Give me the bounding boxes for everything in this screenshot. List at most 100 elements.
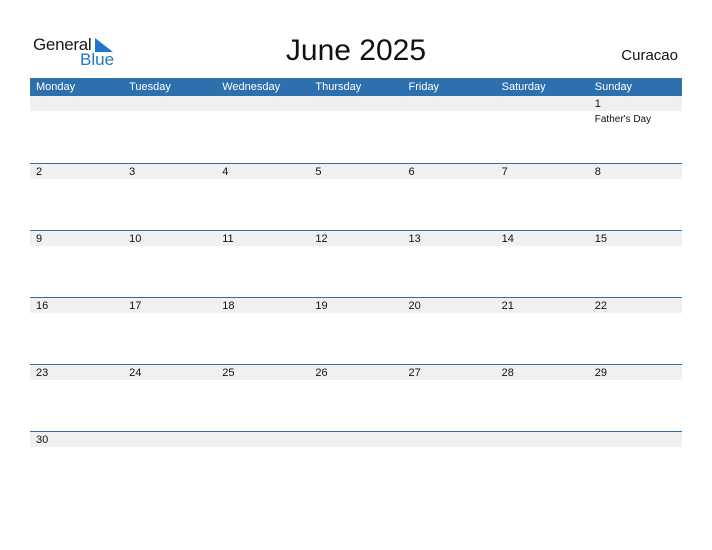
weekday-sunday: Sunday: [594, 81, 633, 93]
weekday-thursday: Thursday: [315, 81, 362, 93]
day-number: [495, 432, 589, 447]
day-cell: 7: [495, 164, 589, 230]
day-number: 12: [309, 231, 403, 246]
day-number: 21: [495, 298, 589, 313]
day-cell: [216, 432, 310, 498]
day-cell: 10: [123, 231, 217, 297]
day-number: 25: [216, 365, 310, 380]
day-cell: 30: [30, 432, 124, 498]
day-cell: 27: [402, 365, 496, 431]
day-cell: 28: [495, 365, 589, 431]
day-number: [30, 96, 124, 111]
day-number: 28: [495, 365, 589, 380]
country-label: Curacao: [621, 47, 678, 64]
day-cell: [309, 432, 403, 498]
day-cell: 8: [588, 164, 682, 230]
weekday-tuesday: Tuesday: [129, 81, 171, 93]
day-cell: 22: [588, 298, 682, 364]
day-cell: 13: [402, 231, 496, 297]
day-number: 2: [30, 164, 124, 179]
day-number: 18: [216, 298, 310, 313]
weekday-friday: Friday: [408, 81, 440, 93]
day-number: 17: [123, 298, 217, 313]
day-number: 29: [588, 365, 682, 380]
day-cell: 6: [402, 164, 496, 230]
day-cell: 14: [495, 231, 589, 297]
day-cell: 17: [123, 298, 217, 364]
day-number: 10: [123, 231, 217, 246]
week-row: 30: [30, 431, 682, 498]
day-cell: 16: [30, 298, 124, 364]
week-row: 16 17 18 19 20 21 22: [30, 297, 682, 364]
day-number: 4: [216, 164, 310, 179]
calendar-grid: Monday Tuesday Wednesday Thursday Friday Satu…: [30, 78, 682, 498]
day-number: [123, 96, 217, 111]
day-cell: 12: [309, 231, 403, 297]
day-number: 22: [588, 298, 682, 313]
day-number: 15: [588, 231, 682, 246]
day-cell: 21: [495, 298, 589, 364]
day-cell: [402, 96, 496, 163]
day-cell: [309, 96, 403, 163]
day-cell: 5: [309, 164, 403, 230]
weekday-saturday: Saturday: [501, 81, 546, 93]
weekday-monday: Monday: [36, 81, 76, 93]
day-cell: [588, 432, 682, 498]
day-cell: [216, 96, 310, 163]
day-cell: 4: [216, 164, 310, 230]
day-number: [216, 96, 310, 111]
day-number: 19: [309, 298, 403, 313]
day-number: 23: [30, 365, 124, 380]
day-number: [588, 432, 682, 447]
day-number: 13: [402, 231, 496, 246]
day-cell: [123, 96, 217, 163]
day-number: [309, 96, 403, 111]
day-number: 8: [588, 164, 682, 179]
day-number: 5: [309, 164, 403, 179]
day-cell: 1 Father's Day: [588, 96, 682, 163]
day-number: 9: [30, 231, 124, 246]
day-cell: 9: [30, 231, 124, 297]
day-cell: 3: [123, 164, 217, 230]
day-cell: 26: [309, 365, 403, 431]
day-cell: [495, 96, 589, 163]
day-number: 16: [30, 298, 124, 313]
day-cell: 24: [123, 365, 217, 431]
day-number: 11: [216, 231, 310, 246]
day-cell: [30, 96, 124, 163]
day-cell: [495, 432, 589, 498]
week-row: 9 10 11 12 13 14 15: [30, 230, 682, 297]
day-cell: 25: [216, 365, 310, 431]
week-row: 1 Father's Day: [30, 96, 682, 163]
day-number: 30: [30, 432, 124, 447]
week-row: 23 24 25 26 27 28 29: [30, 364, 682, 431]
day-cell: 20: [402, 298, 496, 364]
day-cell: 11: [216, 231, 310, 297]
day-number: [495, 96, 589, 111]
day-number: [123, 432, 217, 447]
holiday-event: Father's Day: [594, 114, 652, 125]
day-cell: [402, 432, 496, 498]
day-number: 14: [495, 231, 589, 246]
day-number: 7: [495, 164, 589, 179]
day-cell: 2: [30, 164, 124, 230]
day-number: 24: [123, 365, 217, 380]
weekday-header: Monday Tuesday Wednesday Thursday Friday Satu…: [30, 78, 682, 96]
weekday-wednesday: Wednesday: [222, 81, 281, 93]
day-cell: 23: [30, 365, 124, 431]
day-number: 27: [402, 365, 496, 380]
day-number: [402, 432, 496, 447]
week-row: 2345678: [30, 163, 682, 230]
day-number: [402, 96, 496, 111]
day-number: 6: [402, 164, 496, 179]
day-cell: [123, 432, 217, 498]
page-title: June 2025: [285, 34, 427, 67]
day-number: [216, 432, 310, 447]
day-cell: 18: [216, 298, 310, 364]
day-number: [309, 432, 403, 447]
day-number: 26: [309, 365, 403, 380]
day-number: 20: [402, 298, 496, 313]
day-cell: 15: [588, 231, 682, 297]
day-cell: 19: [309, 298, 403, 364]
day-number: 3: [123, 164, 217, 179]
